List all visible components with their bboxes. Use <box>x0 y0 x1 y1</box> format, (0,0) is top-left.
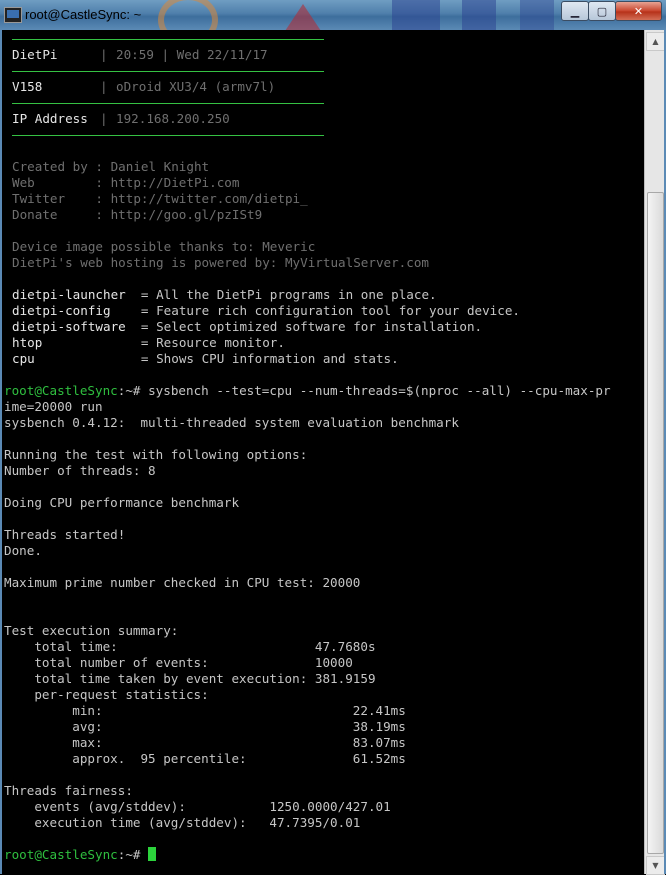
command-name: dietpi-launcher <box>12 287 134 302</box>
banner-sep: | <box>100 79 108 94</box>
output-line: Maximum prime number checked in CPU test… <box>4 575 361 590</box>
output-line: approx. 95 percentile: 61.52ms <box>4 751 406 766</box>
terminal-viewport[interactable]: DietPi | 20:59 | Wed 22/11/17 V158 | oDroid … <box>2 30 644 874</box>
command-help-line: dietpi-launcher = All the DietPi program… <box>12 287 437 303</box>
minimize-button[interactable]: ▁ <box>561 1 589 21</box>
shell-prompt-line: root@CastleSync:~# sysbench --test=cpu -… <box>4 383 611 399</box>
command-help-line: cpu = Shows CPU information and stats. <box>12 351 399 367</box>
banner-value: 20:59 | Wed 22/11/17 <box>116 47 268 62</box>
banner-sep: | <box>100 111 108 126</box>
text-cursor <box>148 847 157 861</box>
command-desc: = Feature rich configuration tool for yo… <box>133 303 521 318</box>
entered-command-wrap: ime=20000 run <box>4 399 103 414</box>
banner-label: IP Address <box>12 111 88 126</box>
close-button[interactable]: ✕ <box>615 1 662 21</box>
credit-line: Twitter : http://twitter.com/dietpi_ <box>12 191 308 206</box>
command-desc: = Shows CPU information and stats. <box>133 351 399 366</box>
prompt-path: :~ <box>117 847 133 862</box>
output-line: Done. <box>4 543 42 558</box>
command-help-line: dietpi-software = Select optimized softw… <box>12 319 482 335</box>
scrollbar-thumb[interactable] <box>647 192 664 854</box>
banner-divider <box>12 135 324 136</box>
output-line: events (avg/stddev): 1250.0000/427.01 <box>4 799 391 814</box>
banner-row-2: V158 | oDroid XU3/4 (armv7l) <box>12 79 275 95</box>
banner-value: 192.168.200.250 <box>116 111 230 126</box>
vertical-scrollbar[interactable]: ▲ ▼ <box>644 30 665 875</box>
aero-background-blur <box>520 0 554 30</box>
scroll-up-arrow-icon[interactable]: ▲ <box>646 32 665 51</box>
output-line: total time: 47.7680s <box>4 639 376 654</box>
banner-divider <box>12 103 324 104</box>
command-desc: = All the DietPi programs in one place. <box>133 287 437 302</box>
output-line: per-request statistics: <box>4 687 209 702</box>
command-help-line: dietpi-config = Feature rich configurati… <box>12 303 520 319</box>
command-name: htop <box>12 335 134 350</box>
prompt-user-host: root@CastleSync <box>4 383 118 398</box>
command-name: cpu <box>12 351 134 366</box>
banner-row-3: IP Address | 192.168.200.250 <box>12 111 230 127</box>
output-line: Threads started! <box>4 527 126 542</box>
banner-label: V158 <box>12 79 43 94</box>
output-line: Doing CPU performance benchmark <box>4 495 240 510</box>
output-line: Number of threads: 8 <box>4 463 156 478</box>
prompt-symbol: # <box>132 383 149 398</box>
banner-sep: | <box>100 47 108 62</box>
banner-row-1: DietPi | 20:59 | Wed 22/11/17 <box>12 47 268 63</box>
entered-command: sysbench --test=cpu --num-threads=$(npro… <box>148 383 611 398</box>
aero-background-blur <box>392 0 440 30</box>
banner-divider <box>12 71 324 72</box>
prompt-user-host: root@CastleSync <box>4 847 118 862</box>
command-name: dietpi-software <box>12 319 134 334</box>
putty-terminal-icon[interactable] <box>4 7 22 23</box>
output-line: Threads fairness: <box>4 783 133 798</box>
output-line: total number of events: 10000 <box>4 655 353 670</box>
maximize-button[interactable]: ▢ <box>588 1 616 21</box>
credit-line: Created by : Daniel Knight <box>12 159 210 174</box>
command-desc: = Resource monitor. <box>133 335 285 350</box>
prompt-symbol: # <box>132 847 149 862</box>
output-line: total time taken by event execution: 381… <box>4 671 376 686</box>
output-line: max: 83.07ms <box>4 735 406 750</box>
command-help-line: htop = Resource monitor. <box>12 335 285 351</box>
credit-line: Donate : http://goo.gl/pzISt9 <box>12 207 263 222</box>
window-title: root@CastleSync: ~ <box>25 7 142 22</box>
shell-prompt-line[interactable]: root@CastleSync:~# <box>4 847 157 863</box>
output-line: avg: 38.19ms <box>4 719 406 734</box>
thanks-line: Device image possible thanks to: Meveric <box>12 239 316 254</box>
banner-value: oDroid XU3/4 (armv7l) <box>116 79 276 94</box>
window-title-bar[interactable]: root@CastleSync: ~ ▁ ▢ ✕ <box>0 0 666 46</box>
output-line: Running the test with following options: <box>4 447 308 462</box>
output-line: min: 22.41ms <box>4 703 406 718</box>
banner-divider <box>12 39 324 40</box>
command-desc: = Select optimized software for installa… <box>133 319 483 334</box>
aero-background-blur <box>462 0 496 30</box>
output-line: execution time (avg/stddev): 47.7395/0.0… <box>4 815 361 830</box>
credit-line: Web : http://DietPi.com <box>12 175 240 190</box>
command-name: dietpi-config <box>12 303 134 318</box>
thanks-line: DietPi's web hosting is powered by: MyVi… <box>12 255 430 270</box>
output-line: sysbench 0.4.12: multi-threaded system e… <box>4 415 459 430</box>
output-line: Test execution summary: <box>4 623 179 638</box>
scroll-down-arrow-icon[interactable]: ▼ <box>646 856 665 875</box>
prompt-path: :~ <box>117 383 133 398</box>
banner-label: DietPi <box>12 47 58 62</box>
